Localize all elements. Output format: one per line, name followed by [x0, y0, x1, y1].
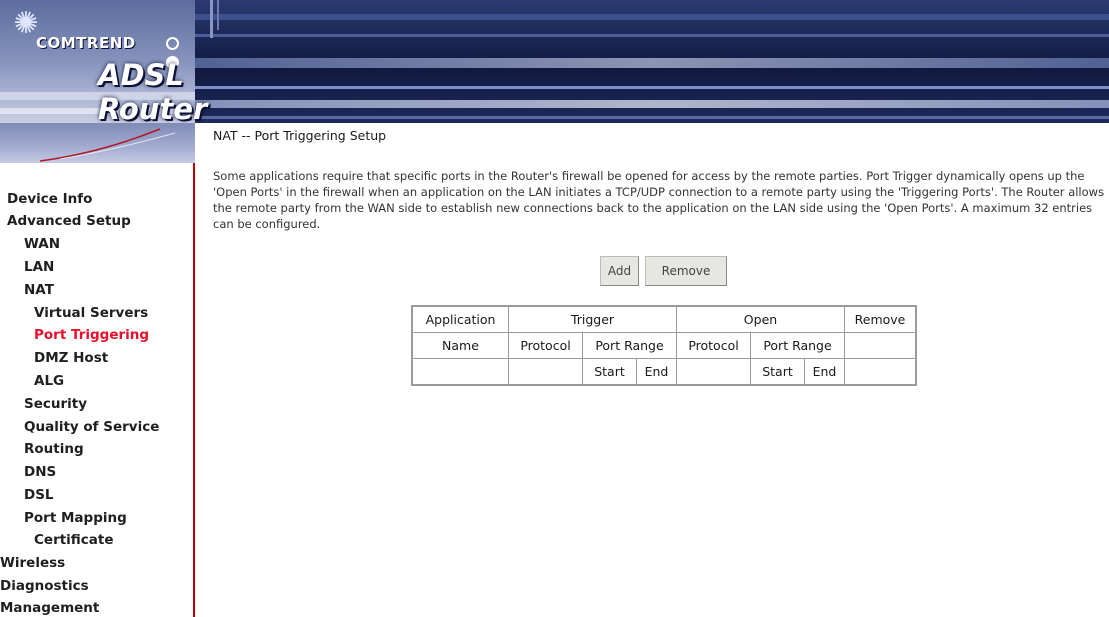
col-open-start: Start [750, 358, 805, 385]
banner-stripe [195, 34, 1109, 37]
col-remove: Remove [844, 306, 916, 333]
col-open-protocol: Protocol [676, 332, 751, 359]
port-trigger-table: Application Trigger Open Remove Name Pro… [411, 305, 917, 386]
col-trigger-end: End [636, 358, 677, 385]
banner-stripe [195, 14, 1109, 20]
col-remove-empty [844, 332, 916, 359]
col-name: Name [412, 332, 509, 359]
cell-empty [844, 358, 916, 385]
sidebar-item-advanced-setup[interactable]: Advanced Setup [7, 213, 131, 229]
col-trigger-port-range: Port Range [582, 332, 677, 359]
page-description: Some applications require that specific … [213, 169, 1105, 231]
brand-logo: COMTREND [36, 34, 136, 52]
swoosh-icon [39, 128, 176, 162]
col-application: Application [412, 306, 509, 333]
product-title: ADSL Router [98, 58, 208, 126]
sidebar-item-wan[interactable]: WAN [24, 236, 60, 252]
col-trigger-start: Start [582, 358, 637, 385]
sidebar-nav [0, 163, 195, 617]
cell-empty [676, 358, 751, 385]
page-title: NAT -- Port Triggering Setup [213, 128, 387, 143]
remove-button[interactable]: Remove [645, 256, 727, 286]
swoosh-decoration [0, 123, 195, 163]
sidebar-item-dns[interactable]: DNS [24, 464, 56, 480]
sidebar-item-quality-of-service[interactable]: Quality of Service [24, 419, 159, 435]
add-button[interactable]: Add [600, 256, 639, 286]
cell-empty [508, 358, 583, 385]
banner-stripe [195, 86, 1109, 89]
col-trigger: Trigger [508, 306, 677, 333]
sidebar-item-security[interactable]: Security [24, 396, 87, 412]
sidebar-item-certificate[interactable]: Certificate [34, 532, 114, 548]
banner-decoration [210, 0, 213, 38]
col-open-port-range: Port Range [750, 332, 845, 359]
banner-stripe [195, 116, 1109, 119]
sidebar-item-device-info[interactable]: Device Info [7, 191, 92, 207]
sidebar-item-lan[interactable]: LAN [24, 259, 54, 275]
col-open-end: End [804, 358, 845, 385]
col-trigger-protocol: Protocol [508, 332, 583, 359]
sidebar-item-virtual-servers[interactable]: Virtual Servers [34, 305, 148, 321]
sidebar-item-management[interactable]: Management [0, 600, 99, 616]
sidebar-item-alg[interactable]: ALG [34, 373, 64, 389]
sidebar-item-port-mapping[interactable]: Port Mapping [24, 510, 127, 526]
table-subheader-row: Name Protocol Port Range Protocol Port R… [412, 332, 916, 359]
banner-decoration [217, 0, 219, 30]
table-header-row: Application Trigger Open Remove [412, 306, 916, 333]
table-subheader-row: Start End Start End [412, 358, 916, 385]
col-open: Open [676, 306, 845, 333]
cell-empty [412, 358, 509, 385]
sidebar-item-dsl[interactable]: DSL [24, 487, 54, 503]
sidebar-item-diagnostics[interactable]: Diagnostics [0, 578, 89, 594]
logo-panel: ✺ COMTREND ADSL Router [0, 0, 207, 126]
sidebar-item-wireless[interactable]: Wireless [0, 555, 65, 571]
banner-stripe [195, 100, 1109, 108]
sidebar-item-port-triggering[interactable]: Port Triggering [34, 327, 149, 343]
sidebar-item-routing[interactable]: Routing [24, 441, 84, 457]
sidebar-item-dmz-host[interactable]: DMZ Host [34, 350, 108, 366]
sidebar-item-nat[interactable]: NAT [24, 282, 54, 298]
banner-stripe [195, 58, 1109, 68]
